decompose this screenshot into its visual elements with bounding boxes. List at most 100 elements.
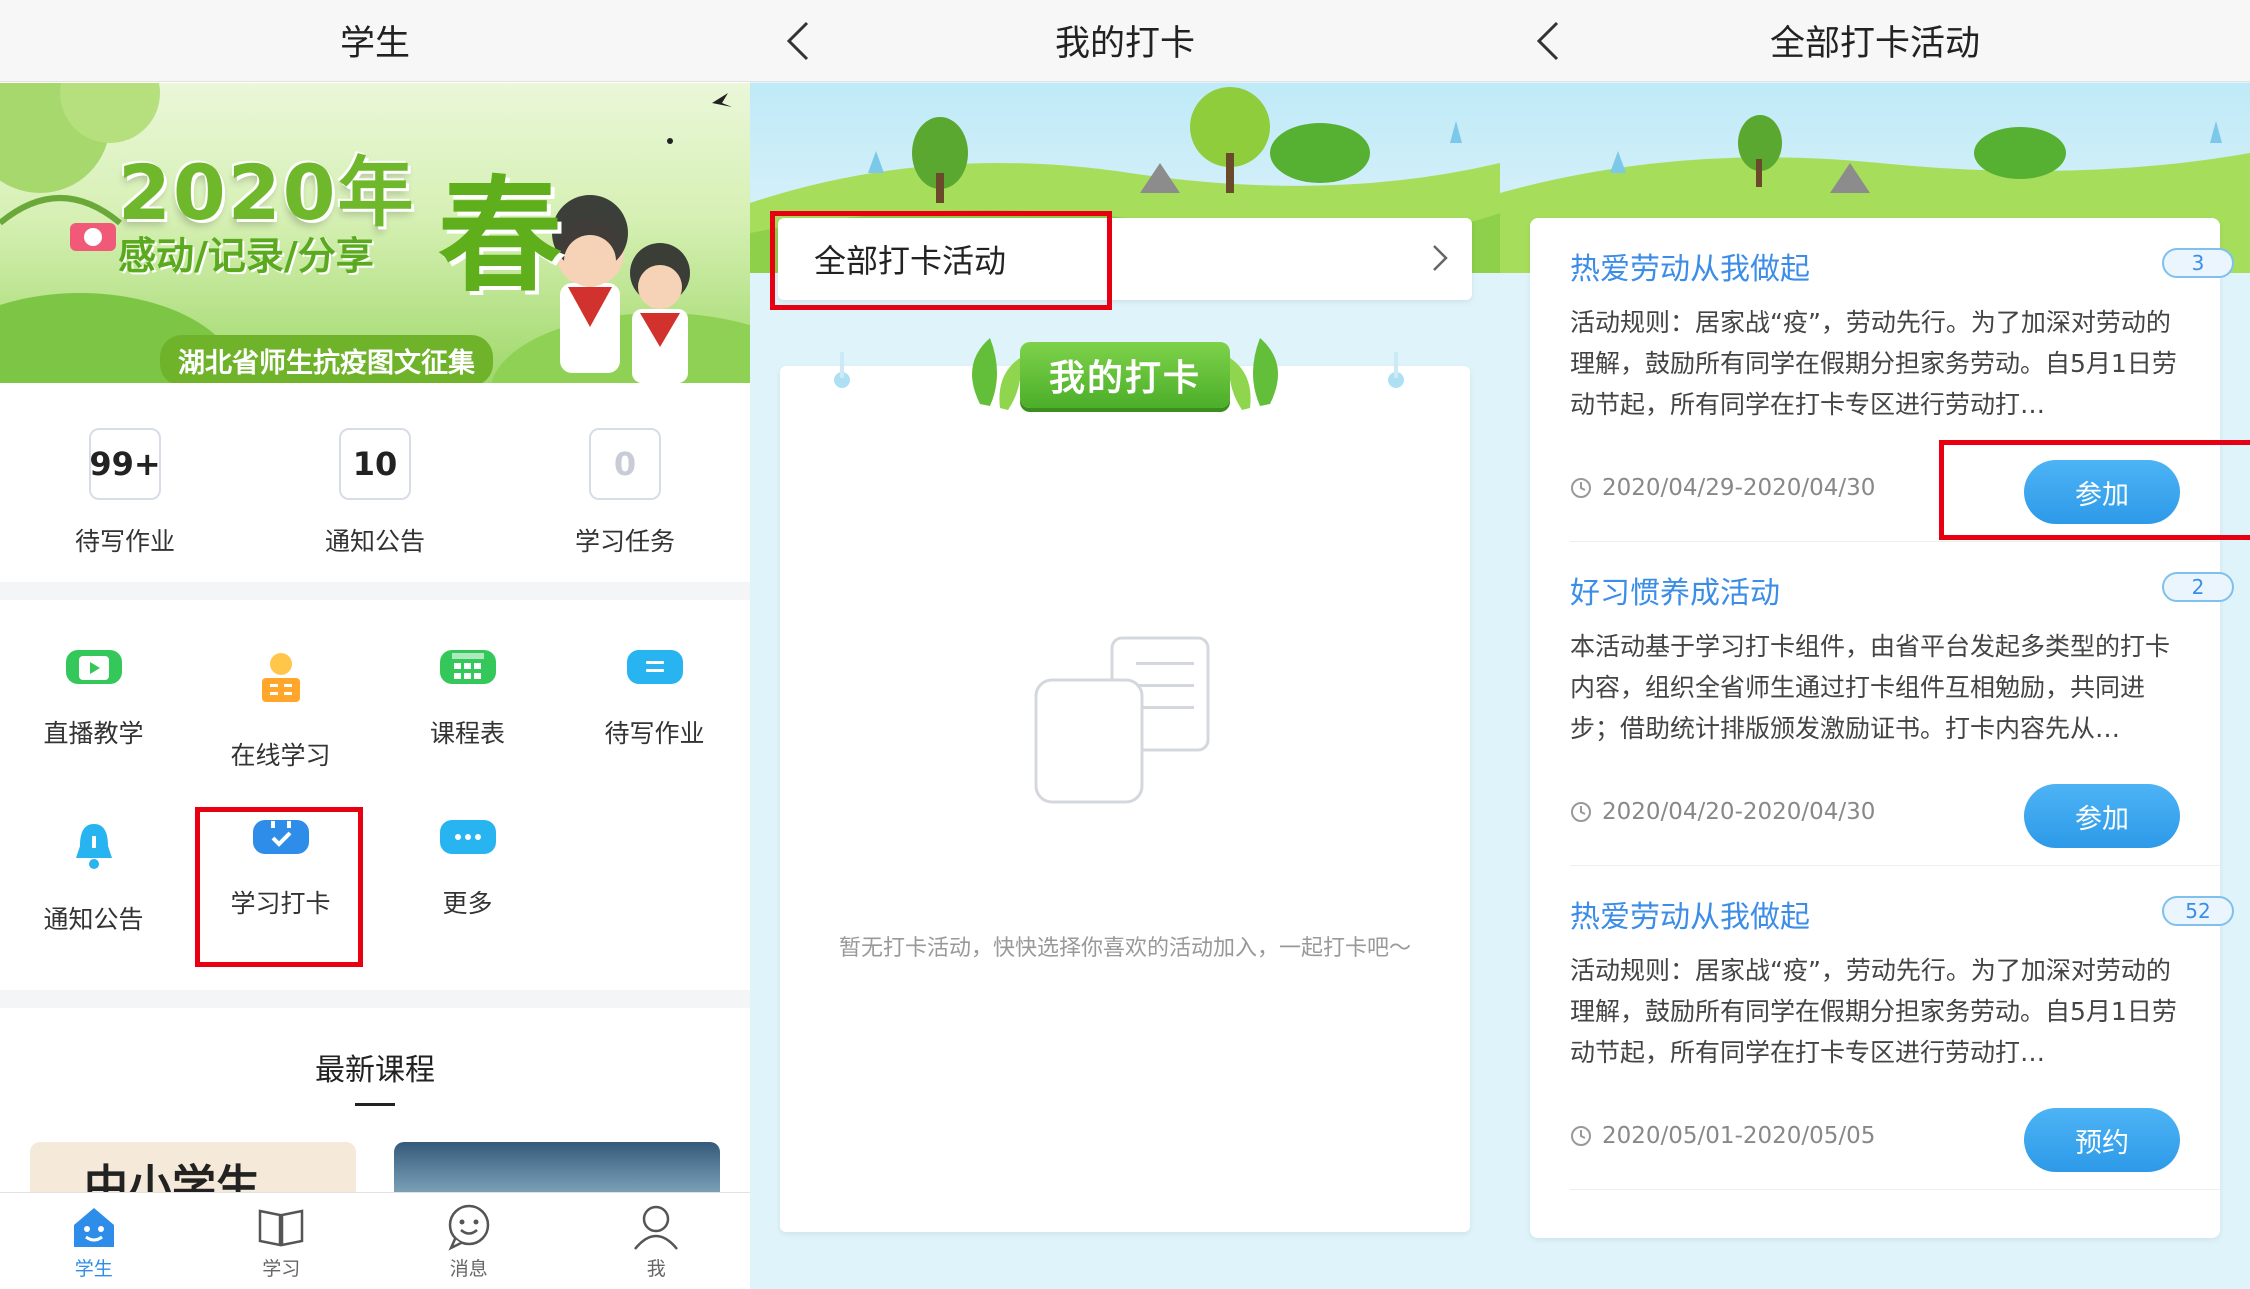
course-thumb[interactable]: 中小学生	[30, 1142, 356, 1192]
stats-row: 99+ 待写作业 10 通知公告 0 学习任务	[0, 408, 750, 578]
latest-courses-header: 最新课程	[0, 1045, 750, 1106]
tab-bar: 学生 学习 消息 我	[0, 1192, 750, 1289]
all-activities-label: 全部打卡活动	[814, 242, 1007, 280]
section-divider	[0, 990, 750, 1008]
all-checkin-activities-row[interactable]: 全部打卡活动	[778, 218, 1472, 300]
nav-bar: 全部打卡活动	[1500, 0, 2250, 82]
stat-value: 10	[339, 428, 411, 500]
grid-item-study-checkin[interactable]: 学习打卡	[187, 770, 374, 920]
activity-description: 本活动基于学习打卡组件，由省平台发起多类型的打卡内容，组织全省师生通过打卡组件互…	[1570, 632, 2171, 743]
stat-notices[interactable]: 10 通知公告	[250, 408, 500, 578]
card-divider	[1570, 1189, 2220, 1190]
grid-item-pending-homework[interactable]: 待写作业	[561, 600, 748, 750]
activity-date-range: 2020/04/20-2020/04/30	[1570, 799, 1875, 825]
calendar-grid-icon	[439, 650, 496, 684]
activity-card[interactable]: 好习惯养成活动 2 本活动基于学习打卡组件，由省平台发起多类型的打卡内容，组织全…	[1530, 542, 2234, 866]
tab-label: 我	[646, 1257, 666, 1280]
more-dots-icon	[439, 820, 496, 854]
back-button[interactable]	[778, 18, 818, 64]
tab-label: 学生	[74, 1257, 113, 1280]
activity-date-range: 2020/04/29-2020/04/30	[1570, 475, 1875, 501]
swallow-icon	[712, 93, 732, 107]
page-title: 我的打卡	[1054, 24, 1195, 64]
activity-title[interactable]: 热爱劳动从我做起	[1570, 892, 1810, 936]
join-button[interactable]: 参加	[2024, 460, 2180, 524]
grid-item-timetable[interactable]: 课程表	[374, 600, 561, 750]
chevron-right-icon	[1433, 245, 1448, 271]
title-underline	[355, 1103, 395, 1106]
bell-icon	[65, 820, 122, 870]
banner-tagline: 湖北省师生抗疫图文征集	[160, 335, 493, 383]
date-text: 2020/04/20-2020/04/30	[1602, 799, 1876, 825]
activity-title[interactable]: 热爱劳动从我做起	[1570, 244, 1810, 288]
screenshot: 学生 2020年 春 感动/记录/分享 湖北省师生抗疫图文征集 99+ 待写作业…	[0, 0, 2250, 1289]
tab-study[interactable]: 学习	[188, 1193, 376, 1289]
reading-person-icon	[252, 650, 309, 706]
activity-title[interactable]: 好习惯养成活动	[1570, 568, 1780, 612]
empty-documents-icon	[1034, 636, 1210, 804]
nav-bar: 学生	[0, 0, 750, 82]
book-icon	[256, 1202, 306, 1252]
activity-card[interactable]: 热爱劳动从我做起 3 活动规则：居家战“疫”，劳动先行。为了加深对劳动的理解，鼓…	[1530, 218, 2234, 542]
clock-icon	[1571, 802, 1591, 822]
tab-student[interactable]: 学生	[0, 1193, 188, 1289]
tab-label: 消息	[449, 1257, 488, 1280]
empty-state-text: 暂无打卡活动，快快选择你喜欢的活动加入，一起打卡吧～	[838, 936, 1411, 961]
homework-icon	[626, 650, 683, 684]
back-button[interactable]	[1528, 18, 1568, 64]
latest-courses-title: 最新课程	[315, 1053, 435, 1088]
stat-study-tasks[interactable]: 0 学习任务	[500, 408, 750, 578]
clock-icon	[1571, 478, 1591, 498]
date-text: 2020/04/29-2020/04/30	[1602, 475, 1876, 501]
student-home-panel: 学生 2020年 春 感动/记录/分享 湖北省师生抗疫图文征集 99+ 待写作业…	[0, 0, 750, 1289]
course-thumb-text: 中小学生	[84, 1161, 260, 1192]
chevron-left-icon	[1536, 21, 1559, 61]
activity-description: 活动规则：居家战“疫”，劳动先行。为了加深对劳动的理解，鼓励所有同学在假期分担家…	[1570, 956, 2177, 1067]
promo-banner[interactable]: 2020年 春 感动/记录/分享 湖北省师生抗疫图文征集	[0, 83, 750, 383]
stat-pending-homework[interactable]: 99+ 待写作业	[0, 408, 250, 578]
activity-card[interactable]: 热爱劳动从我做起 52 活动规则：居家战“疫”，劳动先行。为了加深对劳动的理解，…	[1530, 866, 2234, 1190]
activity-description: 活动规则：居家战“疫”，劳动先行。为了加深对劳动的理解，鼓励所有同学在假期分担家…	[1570, 308, 2177, 419]
grid-item-label: 课程表	[429, 719, 505, 748]
course-thumbnails: 中小学生	[30, 1142, 720, 1192]
section-divider	[0, 582, 750, 600]
message-icon	[444, 1202, 494, 1252]
ribbon-label: 我的打卡	[1020, 342, 1230, 408]
stat-value: 0	[589, 428, 661, 500]
stat-label: 待写作业	[74, 527, 175, 556]
my-checkin-ribbon: 我的打卡	[930, 334, 1320, 424]
grid-item-live-teaching[interactable]: 直播教学	[0, 600, 187, 750]
reserve-button[interactable]: 预约	[2024, 1108, 2180, 1172]
grid-item-label: 待写作业	[604, 719, 705, 748]
tab-me[interactable]: 我	[563, 1193, 751, 1289]
tab-messages[interactable]: 消息	[375, 1193, 563, 1289]
chevron-left-icon	[786, 21, 809, 61]
checkin-paper	[780, 352, 1470, 1232]
participant-count-badge: 2	[2162, 572, 2234, 602]
grid-item-label: 在线学习	[230, 741, 331, 770]
stat-value: 99+	[89, 428, 161, 500]
tv-play-icon	[65, 650, 122, 684]
home-icon	[69, 1202, 119, 1252]
my-checkin-panel: 我的打卡 全部打卡活动 我的打卡 暂无打卡活动，快快选择你喜欢的活动加入，一起打…	[750, 0, 1500, 1289]
nav-bar: 我的打卡	[750, 0, 1500, 82]
participant-count-badge: 3	[2162, 248, 2234, 278]
activity-date-range: 2020/05/01-2020/05/05	[1570, 1123, 1875, 1149]
grid-item-notices[interactable]: 通知公告	[0, 770, 187, 934]
join-button[interactable]: 参加	[2024, 784, 2180, 848]
grid-item-label: 通知公告	[43, 905, 144, 934]
page-title: 学生	[339, 24, 410, 64]
profile-icon	[631, 1202, 681, 1252]
participant-count-badge: 52	[2162, 896, 2234, 926]
page-title: 全部打卡活动	[1769, 24, 1980, 64]
grid-item-online-learning[interactable]: 在线学习	[187, 600, 374, 770]
grid-item-more[interactable]: 更多	[374, 770, 561, 920]
date-text: 2020/05/01-2020/05/05	[1602, 1123, 1876, 1149]
pin-icon	[834, 352, 850, 388]
course-thumb[interactable]	[394, 1142, 720, 1192]
banner-subtitle: 感动/记录/分享	[118, 234, 374, 278]
clock-icon	[1571, 1126, 1591, 1146]
grid-item-label: 学习打卡	[230, 889, 331, 918]
grid-item-label: 直播教学	[43, 719, 144, 748]
activity-list: 热爱劳动从我做起 3 活动规则：居家战“疫”，劳动先行。为了加深对劳动的理解，鼓…	[1530, 218, 2234, 1238]
